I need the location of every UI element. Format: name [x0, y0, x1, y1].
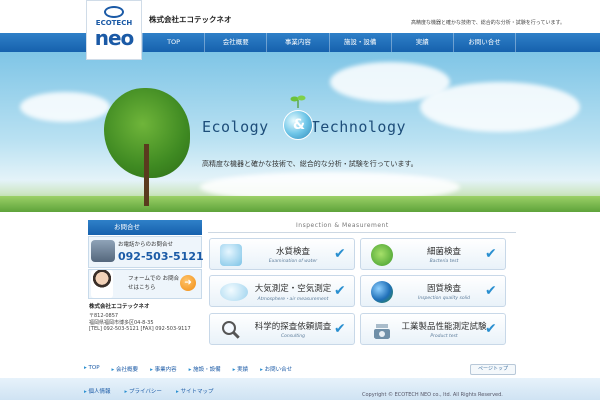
sidebar-address: 福岡県福岡市博多区04-8-35	[89, 320, 154, 326]
phone-number[interactable]: 092-503-5121	[118, 250, 204, 263]
air-icon	[220, 283, 248, 301]
main-nav: TOP 会社概要 事業内容 施設・設備 実績 お問い合せ	[142, 33, 517, 52]
service-title: 大気測定・空気測定	[254, 284, 332, 294]
service-air-measurement[interactable]: 大気測定・空気測定 Atmosphere・air measurement ✔	[209, 275, 355, 307]
footer-link-company[interactable]: 会社概要	[112, 365, 138, 373]
sidebar-company-name: 株式会社エコテックネオ	[89, 304, 150, 310]
cloud-image	[420, 82, 580, 132]
site-logo[interactable]: ECOTECH neo	[86, 0, 142, 60]
inquiry-heading: お問合せ	[88, 220, 202, 235]
hero-copy: 高精度な機器と確かな技術で、総合的な分析・試験を行っています。	[202, 160, 418, 168]
nav-item-contact[interactable]: お問い合せ	[452, 33, 517, 52]
sprout-icon	[290, 95, 306, 108]
hero-banner: Ecology Technology & 高精度な機器と確かな技術で、総合的な分析…	[0, 52, 600, 212]
grass-ground	[0, 196, 600, 212]
service-title: 水質検査	[275, 247, 310, 257]
copyright-text: Copyright © ECOTECH NEO co., ltd. All Ri…	[362, 392, 503, 398]
scale-icon	[374, 324, 390, 339]
page-top-button[interactable]: ページトップ	[470, 364, 516, 375]
check-icon: ✔	[334, 283, 346, 299]
nav-item-top[interactable]: TOP	[142, 33, 204, 52]
service-title: 工業製品性能測定試験	[401, 322, 487, 332]
footer-link-contact[interactable]: お問い合せ	[260, 365, 293, 373]
sidebar-tel-fax: [TEL] 092-503-5121 [FAX] 092-503-9117	[89, 326, 191, 332]
footer-sub-nav: 個人情報 プライバシー サイトマップ	[84, 387, 214, 395]
check-icon: ✔	[485, 321, 497, 337]
service-subtitle: Atmosphere・air measurement	[257, 297, 329, 302]
check-icon: ✔	[334, 321, 346, 337]
service-consulting[interactable]: 科学的探査依頼調査 Consulting ✔	[209, 313, 355, 345]
service-subtitle: Inspection quality solid	[418, 296, 470, 301]
service-water-test[interactable]: 水質検査 Examination of water ✔	[209, 238, 355, 270]
service-title: 固質検査	[426, 284, 461, 294]
service-subtitle: Consulting	[281, 334, 305, 339]
nav-item-business[interactable]: 事業内容	[266, 33, 328, 52]
service-solid-test[interactable]: 固質検査 Inspection quality solid ✔	[360, 275, 506, 307]
service-product-test[interactable]: 工業製品性能測定試験 Product test ✔	[360, 313, 506, 345]
bacteria-icon	[371, 244, 393, 266]
footer-link-top[interactable]: TOP	[84, 365, 100, 373]
hero-title-right: Technology	[310, 118, 407, 136]
company-name: 株式会社エコテックネオ	[149, 15, 232, 24]
logo-text-bottom: neo	[94, 26, 135, 50]
globe-icon	[371, 281, 393, 303]
logo-emblem-icon	[104, 6, 124, 18]
footer-link-privacy[interactable]: プライバシー	[125, 387, 162, 395]
globe-icon: &	[283, 110, 313, 140]
footer-nav: TOP 会社概要 事業内容 施設・設備 実績 お問い合せ	[84, 365, 293, 373]
footer-link-privacy-info[interactable]: 個人情報	[84, 387, 111, 395]
service-title: 科学的探査依頼調査	[254, 322, 332, 332]
arrow-right-icon[interactable]: ➜	[180, 275, 196, 291]
hero-title-left: Ecology	[202, 118, 269, 136]
footer-link-results[interactable]: 実績	[233, 365, 248, 373]
services-heading: Inspection & Measurement	[208, 219, 516, 233]
operator-image	[91, 270, 113, 298]
telephone-icon	[91, 240, 115, 262]
form-contact-label[interactable]: フォームでの お問合せはこちら	[128, 275, 180, 293]
magnifier-icon	[222, 321, 242, 341]
service-bacteria-test[interactable]: 細菌検査 Bacteria test ✔	[360, 238, 506, 270]
nav-item-company[interactable]: 会社概要	[204, 33, 266, 52]
water-icon	[220, 244, 242, 266]
footer-link-sitemap[interactable]: サイトマップ	[176, 387, 213, 395]
tree-trunk	[144, 144, 149, 206]
check-icon: ✔	[485, 246, 497, 262]
cloud-image	[20, 92, 110, 122]
ampersand-mark: &	[292, 117, 306, 133]
service-subtitle: Product test	[430, 334, 458, 339]
check-icon: ✔	[485, 283, 497, 299]
service-subtitle: Examination of water	[268, 259, 318, 264]
service-subtitle: Bacteria test	[429, 259, 459, 264]
nav-item-facilities[interactable]: 施設・設備	[328, 33, 391, 52]
check-icon: ✔	[334, 246, 346, 262]
nav-item-results[interactable]: 実績	[390, 33, 453, 52]
footer-link-business[interactable]: 事業内容	[150, 365, 177, 373]
phone-label: お電話からのお問合せ	[118, 242, 174, 248]
sidebar-postal-code: 〒812-0857	[89, 313, 119, 319]
header-tagline: 高精度な機器と確かな技術で、総合的な分析・試験を行っています。	[411, 20, 566, 26]
service-title: 細菌検査	[426, 247, 461, 257]
footer-link-facilities[interactable]: 施設・設備	[189, 365, 221, 373]
